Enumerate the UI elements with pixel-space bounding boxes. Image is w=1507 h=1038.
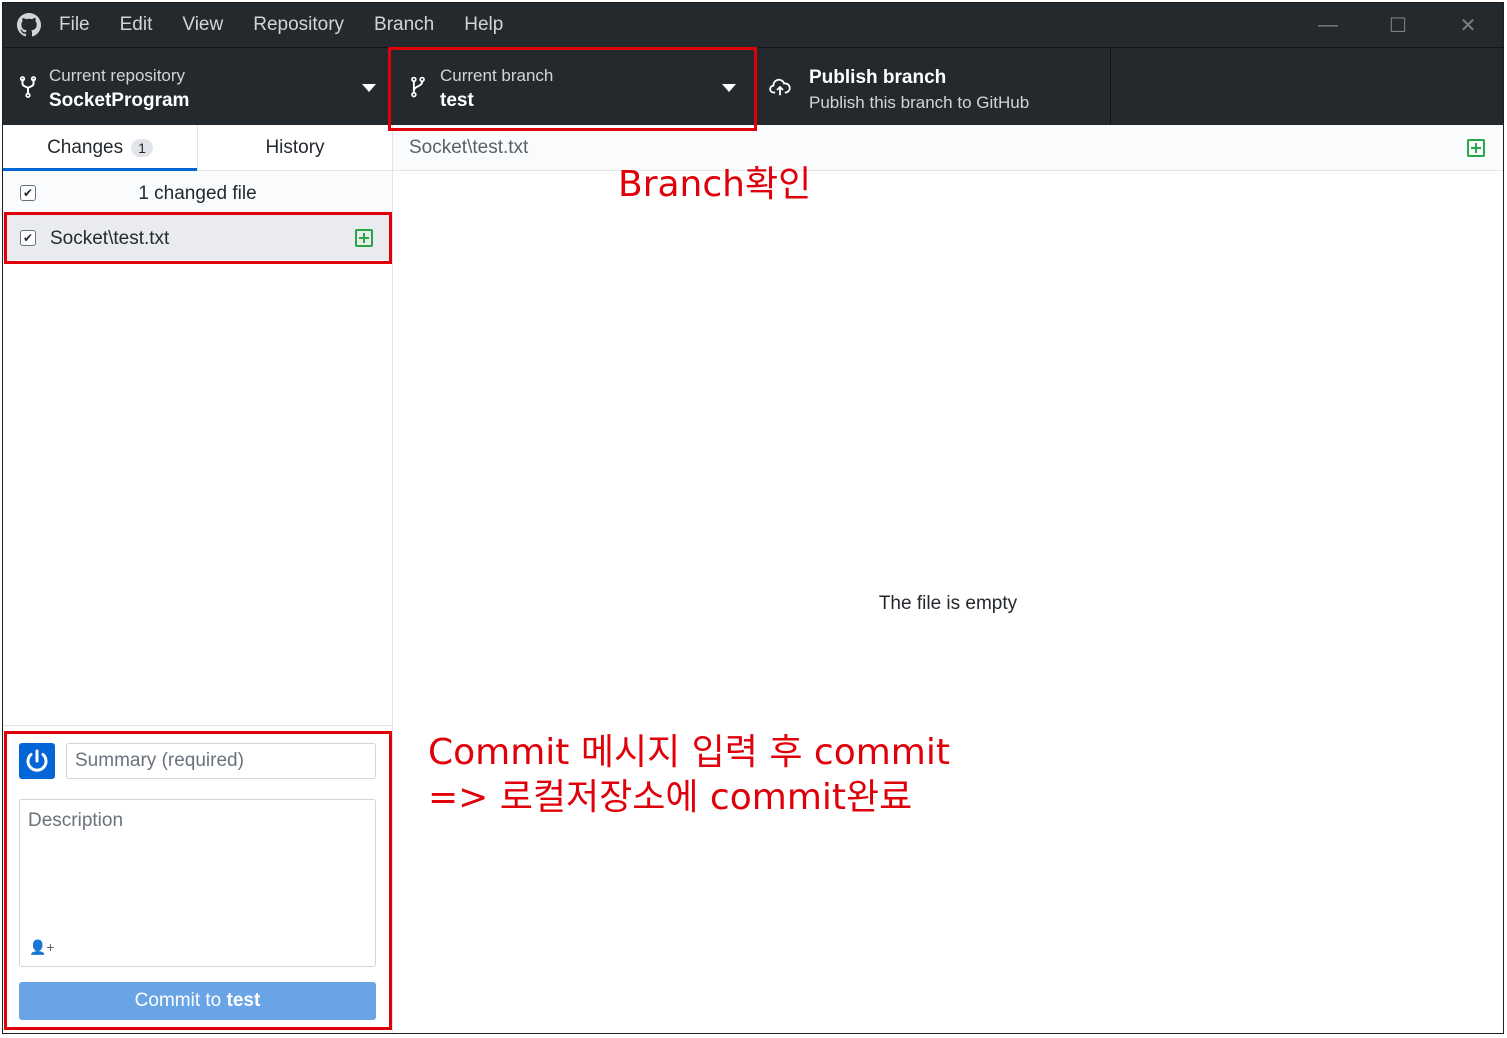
commit-button[interactable]: Commit to test	[19, 982, 376, 1020]
current-branch-label: Current branch	[440, 66, 554, 85]
list-item[interactable]: ✔ Socket\test.txt	[3, 216, 392, 260]
maximize-button[interactable]: ☐	[1363, 3, 1433, 47]
close-button[interactable]: ✕	[1433, 3, 1503, 47]
diff-pane: Socket\test.txt The file is empty	[393, 125, 1503, 1033]
title-bar: File Edit View Repository Branch Help — …	[3, 3, 1503, 47]
publish-branch-button[interactable]: Publish branch Publish this branch to Gi…	[755, 48, 1111, 126]
menu-file[interactable]: File	[59, 14, 90, 36]
tab-history-label: History	[265, 136, 325, 158]
github-logo-icon	[17, 13, 41, 37]
menu-help[interactable]: Help	[464, 14, 503, 36]
branch-icon	[411, 76, 425, 98]
tab-changes-label: Changes	[47, 136, 124, 158]
power-icon	[26, 749, 48, 772]
repo-icon	[19, 76, 37, 98]
publish-branch-title: Publish branch	[809, 67, 947, 88]
file-checkbox[interactable]: ✔	[20, 230, 36, 246]
branch-annotation: Branch확인	[618, 164, 812, 205]
diff-file-path: Socket\test.txt	[409, 137, 529, 158]
file-name: Socket\test.txt	[50, 228, 170, 249]
commit-panel: 👤+ Commit to test	[3, 725, 392, 1033]
cloud-upload-icon	[769, 78, 791, 96]
changes-sidebar: Changes 1 History ✔ 1 changed file ✔ Soc…	[3, 125, 393, 1033]
sidebar-tabs: Changes 1 History	[3, 125, 392, 171]
commit-button-branch: test	[226, 990, 261, 1011]
toolbar: Current repository SocketProgram Current…	[3, 47, 1503, 126]
menu-branch[interactable]: Branch	[374, 14, 434, 36]
menu-edit[interactable]: Edit	[120, 14, 153, 36]
current-repository-button[interactable]: Current repository SocketProgram	[3, 48, 389, 126]
commit-annotation-line2: => 로컬저장소에 commit완료	[428, 777, 913, 818]
commit-description-input[interactable]	[20, 800, 375, 930]
commit-description-box: 👤+	[19, 799, 376, 967]
window-controls: — ☐ ✕	[1293, 3, 1503, 47]
file-added-icon	[1467, 139, 1485, 157]
current-repository-label: Current repository	[49, 66, 186, 85]
diff-header: Socket\test.txt	[393, 125, 1503, 171]
publish-branch-subtitle: Publish this branch to GitHub	[809, 93, 1030, 112]
current-branch-button[interactable]: Current branch test	[389, 48, 755, 126]
commit-button-prefix: Commit to	[134, 990, 227, 1011]
menu-repository[interactable]: Repository	[253, 14, 344, 36]
changes-count-badge: 1	[131, 138, 153, 157]
tab-changes[interactable]: Changes 1	[3, 125, 198, 171]
current-branch-name: test	[440, 90, 474, 111]
tab-history[interactable]: History	[198, 125, 392, 170]
menu-bar: File Edit View Repository Branch Help	[59, 3, 533, 47]
file-added-icon	[355, 229, 373, 247]
commit-annotation-line1: Commit 메시지 입력 후 commit	[428, 732, 950, 773]
app-window: File Edit View Repository Branch Help — …	[2, 2, 1504, 1034]
changed-files-count: 1 changed file	[138, 183, 257, 204]
empty-file-message: The file is empty	[878, 593, 1018, 614]
menu-view[interactable]: View	[182, 14, 223, 36]
minimize-button[interactable]: —	[1293, 3, 1363, 47]
changed-files-header: ✔ 1 changed file	[3, 171, 392, 216]
avatar	[19, 743, 55, 779]
person-add-icon[interactable]: 👤+	[29, 939, 55, 956]
commit-summary-input[interactable]	[66, 743, 376, 779]
chevron-down-icon	[722, 84, 736, 92]
chevron-down-icon	[362, 84, 376, 92]
current-repository-name: SocketProgram	[49, 90, 190, 111]
